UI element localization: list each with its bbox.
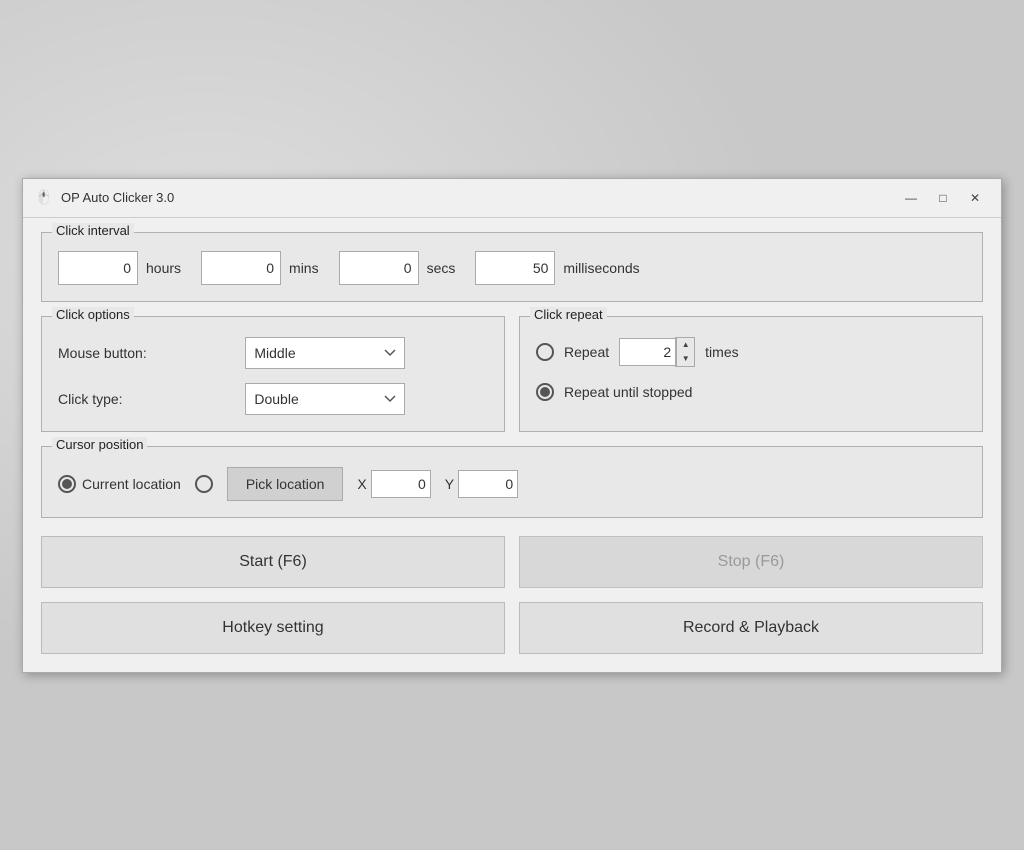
mins-label: mins (289, 260, 319, 276)
window-title: OP Auto Clicker 3.0 (61, 190, 889, 205)
mouse-button-label: Mouse button: (58, 345, 229, 361)
main-window: 🖱️ OP Auto Clicker 3.0 — □ ✕ Click inter… (22, 178, 1002, 673)
times-input-group: ▲ ▼ (619, 337, 695, 367)
repeat-times-input[interactable] (619, 338, 675, 366)
pick-location-button[interactable]: Pick location (227, 467, 344, 501)
secs-input[interactable] (339, 251, 419, 285)
hours-input[interactable] (58, 251, 138, 285)
repeat-until-stopped-radio[interactable] (536, 383, 554, 401)
x-input[interactable] (371, 470, 431, 498)
main-buttons-row: Start (F6) Stop (F6) (41, 536, 983, 588)
maximize-button[interactable]: □ (929, 187, 957, 209)
times-label: times (705, 344, 738, 360)
mins-input[interactable] (201, 251, 281, 285)
spinner-down-btn[interactable]: ▼ (676, 352, 694, 366)
y-input[interactable] (458, 470, 518, 498)
x-coord-group: X (357, 470, 430, 498)
stop-button: Stop (F6) (519, 536, 983, 588)
repeat-until-stopped-row: Repeat until stopped (536, 383, 966, 401)
options-grid: Mouse button: Middle Left Right Click ty… (58, 337, 488, 415)
app-icon: 🖱️ (35, 189, 53, 207)
secs-label: secs (427, 260, 456, 276)
record-playback-button[interactable]: Record & Playback (519, 602, 983, 654)
hours-label: hours (146, 260, 181, 276)
y-coord-group: Y (445, 470, 518, 498)
window-content: Click interval hours mins secs milliseco… (23, 218, 1001, 672)
click-interval-group: Click interval hours mins secs milliseco… (41, 232, 983, 302)
window-controls: — □ ✕ (897, 187, 989, 209)
y-label: Y (445, 476, 454, 492)
current-location-label: Current location (82, 476, 181, 492)
current-location-radio[interactable] (58, 475, 76, 493)
middle-row: Click options Mouse button: Middle Left … (41, 316, 983, 432)
pick-location-radio[interactable] (195, 475, 213, 493)
click-options-group: Click options Mouse button: Middle Left … (41, 316, 505, 432)
click-options-legend: Click options (52, 307, 134, 322)
repeat-radio[interactable] (536, 343, 554, 361)
start-button[interactable]: Start (F6) (41, 536, 505, 588)
mouse-button-select[interactable]: Middle Left Right (245, 337, 405, 369)
close-button[interactable]: ✕ (961, 187, 989, 209)
cursor-position-legend: Cursor position (52, 437, 147, 452)
spinner-btns: ▲ ▼ (675, 337, 695, 367)
minimize-button[interactable]: — (897, 187, 925, 209)
cursor-row: Current location Pick location X Y (58, 467, 966, 501)
click-repeat-group: Click repeat Repeat ▲ ▼ times (519, 316, 983, 432)
current-location-group: Current location (58, 475, 181, 493)
repeat-row: Repeat ▲ ▼ times (536, 337, 966, 367)
repeat-label: Repeat (564, 344, 609, 360)
repeat-section: Repeat ▲ ▼ times Repeat until stopped (536, 337, 966, 401)
click-interval-legend: Click interval (52, 223, 134, 238)
interval-row: hours mins secs milliseconds (58, 251, 966, 285)
secondary-buttons-row: Hotkey setting Record & Playback (41, 602, 983, 654)
spinner-up-btn[interactable]: ▲ (676, 338, 694, 352)
click-type-select[interactable]: Double Single Triple (245, 383, 405, 415)
bottom-buttons: Start (F6) Stop (F6) Hotkey setting Reco… (41, 532, 983, 654)
hotkey-setting-button[interactable]: Hotkey setting (41, 602, 505, 654)
title-bar: 🖱️ OP Auto Clicker 3.0 — □ ✕ (23, 179, 1001, 218)
ms-input[interactable] (475, 251, 555, 285)
cursor-position-group: Cursor position Current location Pick lo… (41, 446, 983, 518)
repeat-until-stopped-label: Repeat until stopped (564, 384, 692, 400)
click-type-label: Click type: (58, 391, 229, 407)
ms-label: milliseconds (563, 260, 639, 276)
click-repeat-legend: Click repeat (530, 307, 607, 322)
x-label: X (357, 476, 366, 492)
